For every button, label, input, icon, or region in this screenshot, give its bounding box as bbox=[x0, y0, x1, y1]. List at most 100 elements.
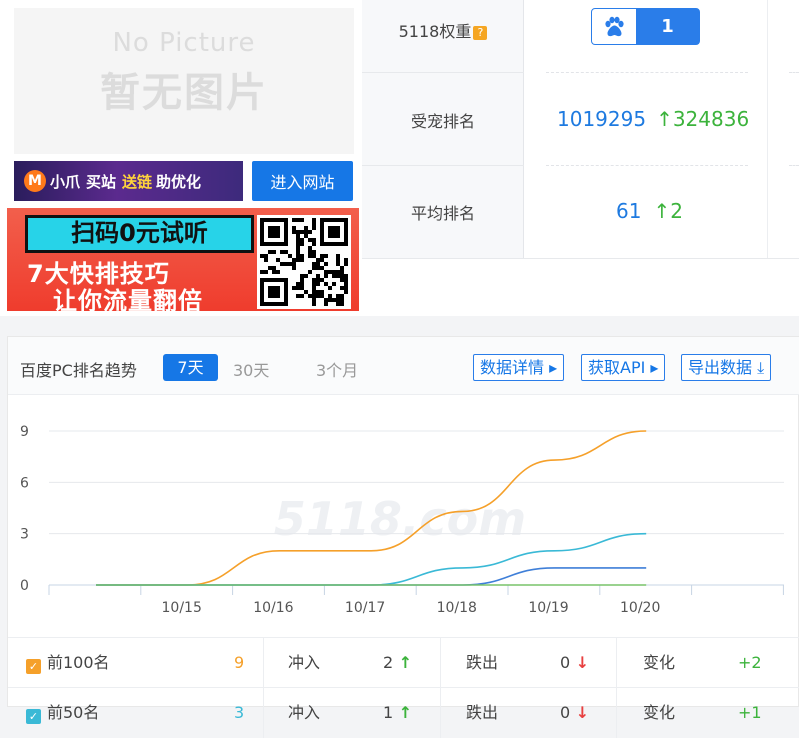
y-tick-label: 3 bbox=[20, 527, 29, 543]
x-tick-label: 10/16 bbox=[253, 600, 293, 616]
table-cell: 0 ↓ bbox=[560, 638, 589, 688]
divider bbox=[616, 688, 617, 738]
no-picture-zh: 暂无图片 bbox=[100, 70, 268, 116]
divider bbox=[789, 72, 799, 73]
checkbox-icon[interactable]: ✓ bbox=[26, 709, 41, 724]
table-cell: 3 bbox=[234, 688, 244, 738]
down-arrow-icon: ↓ bbox=[570, 703, 590, 722]
tab-3-months[interactable]: 3个月 bbox=[316, 357, 358, 381]
metrics-label-column: 5118权重? 受宠排名 平均排名 bbox=[362, 0, 524, 258]
favored-rank-change: ↑324836 bbox=[656, 107, 750, 131]
table-cell: 冲入 bbox=[288, 688, 320, 738]
table-row: ✓ 前50名 3 冲入 1 ↑ 跌出 0 ↓ 变化 +1 bbox=[8, 687, 799, 738]
avg-rank-label: 平均排名 bbox=[410, 204, 475, 223]
get-api-button[interactable]: 获取API ▸ bbox=[581, 354, 666, 381]
qr-code-icon bbox=[257, 215, 351, 309]
divider bbox=[263, 688, 264, 738]
change-label: 变化 bbox=[643, 703, 676, 722]
promo-line2: 让你流量翻倍 bbox=[53, 287, 203, 311]
y-tick-label: 0 bbox=[20, 578, 29, 594]
favored-rank-label: 受宠排名 bbox=[410, 112, 475, 131]
in-value: 1 bbox=[383, 703, 394, 722]
banner-brand: 小爪 bbox=[50, 172, 81, 191]
watermark-text: 5118.com bbox=[274, 492, 526, 546]
banner-text1: 买站 bbox=[86, 172, 117, 191]
banner-text2: 送链 bbox=[122, 172, 153, 191]
site-info-panel: No Picture 暂无图片 M 小爪 买站 送链 助优化 进入网站 扫码0元… bbox=[0, 0, 799, 316]
change-label: 变化 bbox=[643, 653, 676, 672]
in-label: 冲入 bbox=[288, 653, 321, 672]
table-cell: 跌出 bbox=[466, 688, 498, 738]
change-value: +1 bbox=[738, 703, 762, 722]
table-cell: 冲入 bbox=[288, 638, 320, 688]
weight-label: 5118权重? bbox=[362, 18, 524, 42]
divider bbox=[546, 72, 748, 73]
table-cell: 2 ↑ bbox=[383, 638, 412, 688]
in-label: 冲入 bbox=[288, 703, 321, 722]
baidu-weight-badge[interactable]: 1 bbox=[591, 8, 700, 45]
y-tick-label: 6 bbox=[20, 475, 29, 491]
table-cell: 0 ↓ bbox=[560, 688, 589, 738]
favored-rank-value: 1019295 ↑324836 bbox=[557, 107, 750, 131]
trend-line-chart: 5118.com 0 3 6 9 10/15 10/16 10/17 10/18 10/19 10/… bbox=[20, 424, 784, 616]
table-cell: ✓ 前50名 bbox=[26, 688, 99, 738]
series-line-2 bbox=[95, 567, 647, 586]
weight-value: 1 bbox=[661, 16, 674, 37]
table-cell: ✓ 前100名 bbox=[26, 638, 110, 688]
divider bbox=[362, 258, 799, 259]
row-name: 前100名 bbox=[47, 653, 110, 672]
xiaozhua-ad-banner[interactable]: M 小爪 买站 送链 助优化 bbox=[14, 161, 243, 201]
divider bbox=[362, 72, 524, 73]
baidu-paw-icon bbox=[592, 9, 636, 44]
row-name: 前50名 bbox=[47, 703, 100, 722]
site-thumbnail-placeholder: No Picture 暂无图片 bbox=[14, 8, 354, 154]
row-count: 9 bbox=[234, 653, 245, 672]
divider bbox=[789, 165, 799, 166]
table-cell: 变化 bbox=[643, 638, 675, 688]
tab-7-days[interactable]: 7天 bbox=[163, 354, 218, 381]
table-cell: 1 ↑ bbox=[383, 688, 412, 738]
up-arrow-icon: ↑ bbox=[393, 653, 413, 672]
x-tick-label: 10/15 bbox=[162, 600, 202, 616]
promo-ad-banner[interactable]: 扫码0元试听 7大快排技巧 让你流量翻倍 bbox=[7, 208, 359, 311]
divider bbox=[263, 638, 264, 688]
data-detail-button[interactable]: 数据详情 ▸ bbox=[473, 354, 565, 381]
help-icon[interactable]: ? bbox=[473, 25, 488, 40]
x-tick-label: 10/20 bbox=[620, 600, 660, 616]
table-cell: +2 bbox=[738, 638, 762, 688]
avg-rank-change: ↑2 bbox=[653, 199, 683, 223]
divider bbox=[440, 638, 441, 688]
change-value: +2 bbox=[738, 653, 762, 672]
down-arrow-icon: ↓ bbox=[570, 653, 590, 672]
x-tick-label: 10/18 bbox=[437, 600, 477, 616]
x-tick-label: 10/17 bbox=[345, 600, 385, 616]
checkbox-icon[interactable]: ✓ bbox=[26, 659, 41, 674]
up-arrow-icon: ↑ bbox=[393, 703, 413, 722]
chart-title: 百度PC排名趋势 bbox=[20, 361, 137, 380]
out-value: 0 bbox=[560, 703, 571, 722]
x-tick-label: 10/19 bbox=[528, 600, 568, 616]
divider bbox=[440, 688, 441, 738]
out-label: 跌出 bbox=[466, 653, 499, 672]
enter-site-button[interactable]: 进入网站 bbox=[252, 161, 353, 201]
out-label: 跌出 bbox=[466, 703, 499, 722]
table-cell: +1 bbox=[738, 688, 762, 738]
tab-30-days[interactable]: 30天 bbox=[233, 357, 269, 381]
divider bbox=[546, 165, 748, 166]
chart-header: 百度PC排名趋势 7天 30天 3个月 数据详情 ▸ 获取API ▸ 导出数据 … bbox=[8, 337, 799, 395]
table-cell: 变化 bbox=[643, 688, 675, 738]
export-data-button[interactable]: 导出数据 ⤓ bbox=[681, 354, 772, 381]
ranking-trend-card: 百度PC排名趋势 7天 30天 3个月 数据详情 ▸ 获取API ▸ 导出数据 … bbox=[7, 336, 799, 738]
banner-text3: 助优化 bbox=[156, 172, 202, 191]
table-cell: 9 bbox=[234, 638, 244, 688]
xiaozhua-logo-icon: M bbox=[24, 170, 46, 192]
table-row: ✓ 前100名 9 冲入 2 ↑ 跌出 0 ↓ 变化 +2 bbox=[8, 637, 799, 688]
table-cell: 跌出 bbox=[466, 638, 498, 688]
divider bbox=[362, 165, 524, 166]
no-picture-en: No Picture bbox=[112, 28, 256, 58]
in-value: 2 bbox=[383, 653, 394, 672]
row-count: 3 bbox=[234, 703, 245, 722]
out-value: 0 bbox=[560, 653, 571, 672]
y-tick-label: 9 bbox=[20, 424, 29, 440]
avg-rank-value: 61 ↑2 bbox=[616, 199, 683, 223]
